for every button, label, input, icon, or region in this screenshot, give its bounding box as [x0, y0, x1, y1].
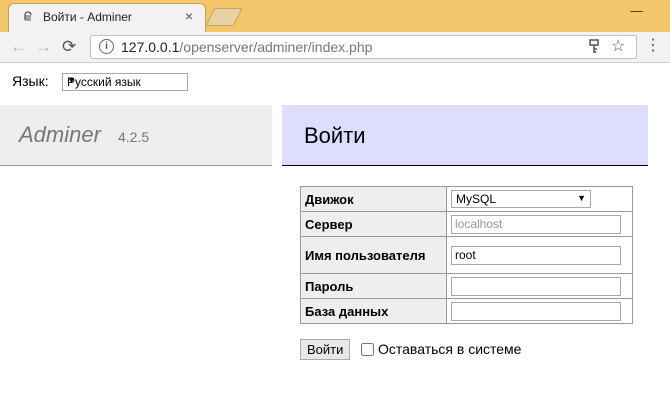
- favicon-icon: [24, 11, 32, 21]
- driver-label: Движок: [300, 186, 447, 212]
- stay-logged-in-checkbox[interactable]: [361, 343, 374, 356]
- chevron-down-icon: ▼: [577, 193, 586, 203]
- database-input[interactable]: [451, 301, 621, 321]
- driver-cell: MySQL ▼: [446, 186, 633, 212]
- brand-logo[interactable]: Adminer: [19, 122, 101, 148]
- content-header: Войти: [282, 105, 648, 166]
- new-tab-button[interactable]: [205, 8, 243, 26]
- tab-title: Войти - Adminer: [43, 10, 132, 24]
- driver-selected-value: MySQL: [456, 192, 497, 206]
- info-icon[interactable]: i: [99, 39, 114, 54]
- version-label[interactable]: 4.2.5: [118, 129, 149, 145]
- browser-tab[interactable]: Войти - Adminer ×: [8, 3, 206, 33]
- database-cell: [446, 298, 633, 324]
- key-icon[interactable]: [589, 39, 599, 55]
- menu-kebab-icon[interactable]: ⋮: [645, 38, 661, 54]
- password-input[interactable]: [451, 276, 621, 296]
- password-cell: [446, 273, 633, 299]
- url-host: 127.0.0.1: [121, 39, 180, 55]
- server-cell: [446, 211, 633, 237]
- close-tab-icon[interactable]: ×: [185, 8, 193, 24]
- database-label: База данных: [300, 298, 447, 324]
- forward-arrow-icon[interactable]: →: [35, 37, 52, 57]
- username-label: Имя пользователя: [300, 236, 447, 274]
- back-arrow-icon[interactable]: ←: [10, 37, 27, 57]
- url-text[interactable]: 127.0.0.1/openserver/adminer/index.php: [121, 39, 372, 55]
- login-form-table: Движок MySQL ▼ Сервер Имя пользователя П…: [300, 186, 633, 324]
- browser-toolbar: ← → ⟳ i 127.0.0.1/openserver/adminer/ind…: [0, 32, 670, 63]
- password-label: Пароль: [300, 273, 447, 299]
- server-label: Сервер: [300, 211, 447, 237]
- language-select[interactable]: Русский язык ▼: [62, 73, 188, 91]
- username-input[interactable]: [451, 245, 621, 265]
- browser-tab-strip: Войти - Adminer × —: [0, 0, 670, 33]
- url-path: /openserver/adminer/index.php: [179, 39, 373, 55]
- bookmark-star-icon[interactable]: ☆: [611, 36, 625, 56]
- stay-logged-in-option[interactable]: Оставаться в системе: [361, 341, 521, 357]
- login-button[interactable]: Войти: [300, 339, 351, 360]
- reload-icon[interactable]: ⟳: [62, 37, 76, 57]
- minimize-window-icon[interactable]: —: [630, 3, 643, 18]
- username-cell: [446, 236, 633, 274]
- driver-select[interactable]: MySQL ▼: [451, 190, 591, 208]
- address-bar[interactable]: i 127.0.0.1/openserver/adminer/index.php…: [90, 35, 637, 59]
- stay-logged-in-label: Оставаться в системе: [378, 341, 522, 357]
- page-title: Войти: [304, 123, 366, 148]
- chevron-down-icon: ▼: [67, 75, 76, 85]
- sidebar-header: Adminer 4.2.5: [0, 105, 272, 166]
- server-input[interactable]: [451, 214, 621, 234]
- language-label: Язык:: [12, 73, 49, 89]
